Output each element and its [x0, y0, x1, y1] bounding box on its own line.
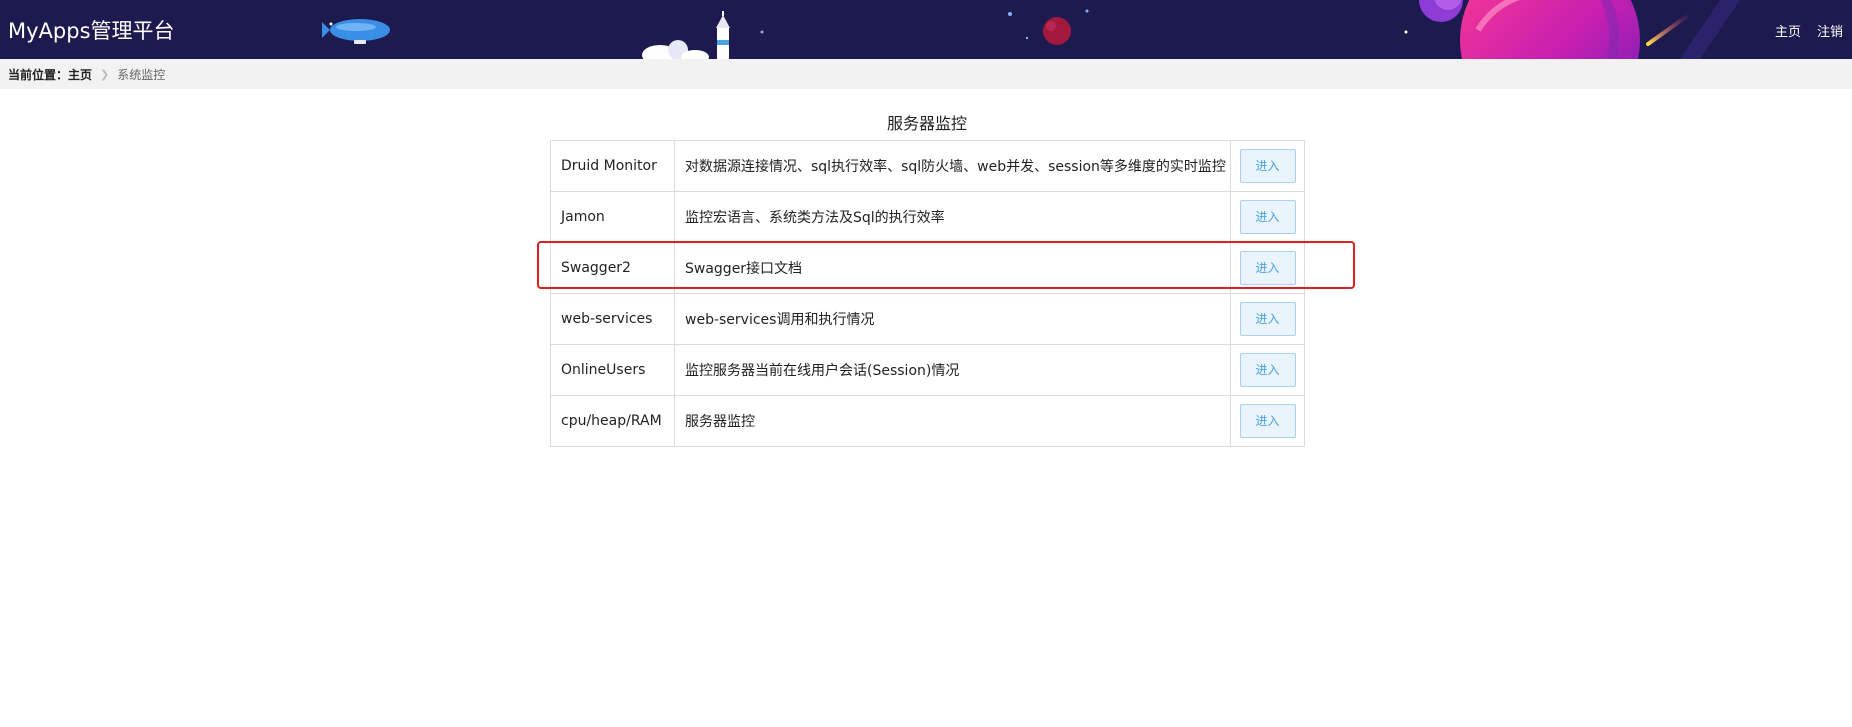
enter-button[interactable]: 进入 [1239, 353, 1296, 387]
monitor-name: OnlineUsers [550, 344, 675, 396]
header-space-illustration [322, 0, 1740, 59]
page-title: 服务器监控 [886, 114, 967, 133]
monitor-description: web-services调用和执行情况 [674, 293, 1231, 345]
enter-button[interactable]: 进入 [1239, 404, 1296, 438]
monitor-description: 服务器监控 [674, 395, 1231, 447]
top-header: MyApps管理平台 主页 注销 [0, 0, 1852, 59]
enter-button[interactable]: 进入 [1239, 149, 1296, 183]
planet-small-icon [1043, 17, 1071, 45]
monitor-name: web-services [550, 293, 675, 345]
monitor-name: Druid Monitor [550, 140, 675, 192]
nav-logout-link[interactable]: 注销 [1817, 21, 1843, 40]
table-row: Jamon 监控宏语言、系统类方法及Sql的执行效率 进入 [550, 191, 1305, 243]
monitor-description: 监控服务器当前在线用户会话(Session)情况 [674, 344, 1231, 396]
monitor-table: Druid Monitor 对数据源连接情况、sql执行效率、sql防火墙、we… [550, 140, 1305, 447]
table-row: Druid Monitor 对数据源连接情况、sql执行效率、sql防火墙、we… [550, 140, 1305, 192]
star-icons [760, 9, 1498, 50]
enter-button[interactable]: 进入 [1239, 200, 1296, 234]
monitor-name: cpu/heap/RAM [550, 395, 675, 447]
app-title: MyApps管理平台 [8, 19, 175, 43]
cloud-icon [642, 40, 709, 59]
table-row: Swagger2 Swagger接口文档 进入 [550, 242, 1305, 294]
breadcrumb-home-link[interactable]: 主页 [68, 66, 92, 83]
breadcrumb: 当前位置： 主页 ❯ 系统监控 [0, 59, 1852, 89]
enter-button[interactable]: 进入 [1239, 251, 1296, 285]
airship-icon [322, 19, 390, 44]
monitor-name: Swagger2 [550, 242, 675, 294]
table-row: web-services web-services调用和执行情况 进入 [550, 293, 1305, 345]
lighthouse-icon [716, 11, 730, 59]
chevron-right-icon: ❯ [100, 67, 110, 81]
nav-home-link[interactable]: 主页 [1775, 21, 1801, 40]
enter-button[interactable]: 进入 [1239, 302, 1296, 336]
monitor-description: 对数据源连接情况、sql执行效率、sql防火墙、web并发、session等多维… [674, 140, 1231, 192]
breadcrumb-current: 系统监控 [117, 67, 166, 82]
table-row: OnlineUsers 监控服务器当前在线用户会话(Session)情况 进入 [550, 344, 1305, 396]
monitor-description: Swagger接口文档 [674, 242, 1231, 294]
meteor-icon [1646, 12, 1692, 46]
breadcrumb-prefix: 当前位置： [8, 67, 69, 82]
monitor-name: Jamon [550, 191, 675, 243]
table-row: cpu/heap/RAM 服务器监控 进入 [550, 395, 1305, 447]
monitor-description: 监控宏语言、系统类方法及Sql的执行效率 [674, 191, 1231, 243]
